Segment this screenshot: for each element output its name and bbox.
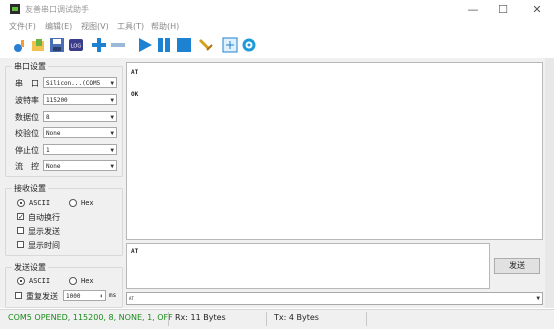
open-icon[interactable] <box>12 37 28 53</box>
right-edge <box>545 58 554 308</box>
receive-line: OK <box>131 91 139 98</box>
send-hex-radio[interactable] <box>69 277 77 285</box>
parity-label: 校验位 <box>15 129 39 138</box>
spin-arrows-icon[interactable]: ⬍ <box>99 291 103 300</box>
send-settings-group <box>5 267 123 308</box>
window-title: 友善串口调试助手 <box>25 5 89 14</box>
send-hex-label: Hex <box>81 277 94 285</box>
save-icon[interactable] <box>49 37 65 53</box>
menu-tools[interactable]: 工具(T) <box>117 21 144 32</box>
receive-line: AT <box>131 69 139 76</box>
crosshair-icon[interactable] <box>222 37 238 53</box>
menu-help[interactable]: 帮助(H) <box>151 21 179 32</box>
stop-bits-select[interactable]: 1 ▼ <box>43 144 117 155</box>
play-icon[interactable] <box>137 37 153 53</box>
menu-file[interactable]: 文件(F) <box>9 21 36 32</box>
stop-bits-value: 1 <box>46 147 50 154</box>
receive-ascii-radio[interactable] <box>17 199 25 207</box>
data-bits-label: 数据位 <box>15 113 39 122</box>
close-button[interactable]: ✕ <box>522 1 552 18</box>
remove-icon[interactable] <box>110 37 126 53</box>
app-icon <box>10 4 20 14</box>
stop-bits-label: 停止位 <box>15 146 39 155</box>
flow-value: None <box>46 163 61 170</box>
show-send-label: 显示发送 <box>28 227 60 236</box>
clear-icon[interactable] <box>197 37 213 53</box>
baud-label: 波特率 <box>15 96 39 105</box>
port-select[interactable]: Silicon...(COM5 ▼ <box>43 77 117 88</box>
history-value: AT <box>129 296 134 301</box>
send-text: AT <box>131 248 139 255</box>
receive-textarea[interactable]: AT OK <box>126 62 543 240</box>
baud-value: 115200 <box>46 97 68 104</box>
chevron-down-icon: ▼ <box>110 80 114 87</box>
send-settings-title: 发送设置 <box>12 262 48 273</box>
chevron-down-icon: ▼ <box>110 97 114 104</box>
menu-view[interactable]: 视图(V) <box>81 21 109 32</box>
send-textarea[interactable]: AT <box>126 243 490 289</box>
toolbar: LOG <box>4 34 544 59</box>
data-bits-select[interactable]: 8 ▼ <box>43 111 117 122</box>
chevron-down-icon: ▼ <box>110 163 114 170</box>
port-label: 串 口 <box>15 79 39 88</box>
maximize-button[interactable]: ☐ <box>488 1 518 18</box>
interval-value: 1000 <box>66 293 81 300</box>
chevron-down-icon: ▼ <box>536 295 540 302</box>
pause-icon[interactable] <box>156 37 172 53</box>
auto-wrap-checkbox[interactable]: ✓ <box>17 213 24 221</box>
log-text: LOG <box>71 44 82 50</box>
add-icon[interactable] <box>91 37 107 53</box>
show-send-checkbox[interactable] <box>17 227 24 234</box>
log-icon[interactable]: LOG <box>68 37 84 53</box>
status-tx: Tx: 4 Bytes <box>274 313 319 322</box>
status-port: COM5 OPENED, 115200, 8, NONE, 1, OFF <box>8 313 173 322</box>
receive-hex-label: Hex <box>81 199 94 207</box>
settings-icon[interactable] <box>241 37 257 53</box>
status-divider <box>366 312 367 326</box>
show-time-label: 显示时间 <box>28 241 60 250</box>
folder-icon[interactable] <box>30 37 46 53</box>
receive-settings-title: 接收设置 <box>12 183 48 194</box>
port-value: Silicon...(COM5 <box>46 80 101 87</box>
parity-select[interactable]: None ▼ <box>43 127 117 138</box>
chevron-down-icon: ▼ <box>110 130 114 137</box>
interval-stepper[interactable]: 1000 ⬍ <box>63 290 106 301</box>
minimize-button[interactable]: — <box>458 1 488 18</box>
auto-wrap-label: 自动换行 <box>28 213 60 222</box>
flow-select[interactable]: None ▼ <box>43 160 117 171</box>
interval-unit: ms <box>109 292 117 299</box>
repeat-send-checkbox[interactable] <box>15 292 22 299</box>
parity-value: None <box>46 130 61 137</box>
data-bits-value: 8 <box>46 114 50 121</box>
status-divider <box>168 312 169 326</box>
receive-hex-radio[interactable] <box>69 199 77 207</box>
chevron-down-icon: ▼ <box>110 114 114 121</box>
repeat-send-label: 重复发送 <box>26 292 58 301</box>
receive-ascii-label: ASCII <box>29 199 51 207</box>
title-bar: 友善串口调试助手 — ☐ ✕ <box>0 0 554 19</box>
send-button[interactable]: 发送 <box>494 258 540 274</box>
chevron-down-icon: ▼ <box>110 147 114 154</box>
status-divider <box>266 312 267 326</box>
send-ascii-radio[interactable] <box>17 277 25 285</box>
menu-bar: 文件(F) 编辑(E) 视图(V) 工具(T) 帮助(H) <box>0 19 554 33</box>
receive-line <box>131 78 138 89</box>
send-history-select[interactable]: AT ▼ <box>126 292 543 305</box>
baud-select[interactable]: 115200 ▼ <box>43 94 117 105</box>
menu-edit[interactable]: 编辑(E) <box>45 21 72 32</box>
flow-label: 流 控 <box>15 162 39 171</box>
status-rx: Rx: 11 Bytes <box>175 313 226 322</box>
send-ascii-label: ASCII <box>29 277 51 285</box>
serial-settings-title: 串口设置 <box>12 61 48 72</box>
show-time-checkbox[interactable] <box>17 241 24 248</box>
stop-icon[interactable] <box>176 37 192 53</box>
status-bar: COM5 OPENED, 115200, 8, NONE, 1, OFF Rx:… <box>0 309 554 329</box>
